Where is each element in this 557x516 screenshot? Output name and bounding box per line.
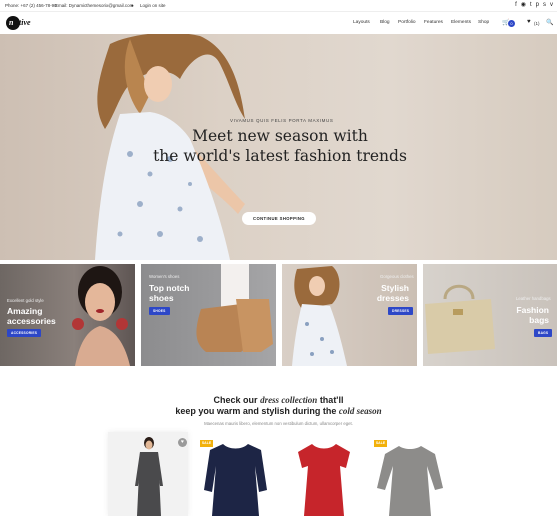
bag-image [425,284,495,354]
nav-shop[interactable]: Shop [478,20,489,25]
tile-heading-line1: Stylish [381,283,409,293]
tile-heading-line1: Fashion [516,305,549,315]
pinterest-icon[interactable]: p [536,2,539,9]
collection-heading-line1: Check our dress collection that'll [150,395,407,406]
heading-text: Check our [213,395,261,405]
cart-count-badge: 0 [508,20,515,27]
twitter-icon[interactable]: t [530,2,532,9]
product-card[interactable] [286,432,361,516]
heading-emphasis: cold season [338,406,382,416]
tile-heading-line2: dresses [376,293,409,303]
main-header: n ative Layouts Blog Portfolio Features … [0,12,557,34]
sale-badge: SALE [374,440,387,447]
skype-icon[interactable]: s [543,2,546,9]
nav-portfolio[interactable]: Portfolio [398,20,416,25]
hero-title-line1: Meet new season with [192,127,368,145]
phone-text: Phone: +67 (2) 456-78-90 [5,3,57,8]
product-image [377,446,443,516]
hero-title: Meet new season with the world's latest … [150,126,410,166]
collection-heading: Check our dress collection that'll keep … [150,395,407,417]
nav-layouts[interactable]: Layouts [353,20,370,25]
tile-small-text: Gorgeous clothes [380,274,414,279]
heading-text: that'll [317,395,344,405]
dresses-model-image [292,266,347,366]
tile-small-text: Women's shoes [149,274,180,279]
product-card[interactable]: SALE [198,432,273,516]
hero-subtitle: VIVAMUS QUIS FELIS PORTA MAXIMUS [230,118,334,123]
sale-badge: SALE [200,440,213,447]
hero-slider: VIVAMUS QUIS FELIS PORTA MAXIMUS Meet ne… [0,34,557,260]
tile-shoes[interactable]: Women's shoes Top notch shoes SHOES [141,264,276,366]
accessories-button[interactable]: ACCESSORIES [7,329,42,337]
tile-dresses[interactable]: Gorgeous clothes Stylish dresses DRESSES [282,264,417,366]
bags-button[interactable]: BAGS [534,329,553,337]
product-image [204,444,267,516]
tile-heading-line2: bags [529,315,549,325]
product-card[interactable]: ♥ [108,432,188,516]
social-links: f ◉ t p s v [515,2,553,9]
product-image [298,444,350,516]
tile-heading-line1: Top notch [149,283,190,293]
tile-heading-line2: accessories [7,316,56,326]
product-card[interactable]: SALE [372,432,447,516]
tile-bags[interactable]: Leather handbags Fashion bags BAGS [423,264,557,366]
shoes-button[interactable]: SHOES [149,307,170,315]
tile-heading-line2: shoes [149,293,174,303]
hero-title-line2: the world's latest fashion trends [153,147,407,165]
facebook-icon[interactable]: f [515,2,517,9]
shoes-image [196,264,273,352]
search-icon[interactable]: 🔍 [546,19,553,26]
heart-icon[interactable]: ♥ [527,19,531,25]
product-image [135,437,163,516]
logo-text[interactable]: ative [15,18,31,27]
tile-accessories[interactable]: Excellent gold style Amazing accessories… [0,264,135,366]
nav-elements[interactable]: Elements [451,20,471,25]
email-link[interactable]: Email: Dynamicthemesorix@gmail.com [55,3,133,8]
tile-heading: Top notch shoes [149,283,189,303]
heading-emphasis: dress collection [260,395,318,405]
wishlist-heart-icon[interactable]: ♥ [178,438,187,447]
top-bar: Phone: +67 (2) 456-78-90 Email: Dynamict… [0,0,557,12]
vine-icon[interactable]: v [550,2,553,9]
tile-heading: Stylish dresses [372,283,409,303]
nav-blog[interactable]: Blog [380,20,390,25]
tile-heading: Amazing accessories [7,306,56,326]
login-icon[interactable]: ● [131,3,134,8]
instagram-icon[interactable]: ◉ [521,2,526,9]
heading-text: keep you warm and stylish during the [175,406,339,416]
nav-features[interactable]: Features [424,20,443,25]
collection-subtitle: Maecenas mauris libero, elementum non ve… [204,421,353,426]
collection-heading-line2: keep you warm and stylish during the col… [150,406,407,417]
login-link[interactable]: Login on site [140,3,166,8]
tile-small-text: Leather handbags [516,296,551,301]
tile-heading: Fashion bags [511,305,549,325]
tile-heading-line1: Amazing [7,306,43,316]
logo-letter: n [9,18,14,27]
accessories-model-image [72,266,130,366]
dresses-button[interactable]: DRESSES [388,307,414,315]
wishlist-count: (1) [534,20,540,26]
tile-small-text: Excellent gold style [7,298,44,303]
continue-shopping-button[interactable]: CONTINUE SHOPPING [242,212,316,225]
